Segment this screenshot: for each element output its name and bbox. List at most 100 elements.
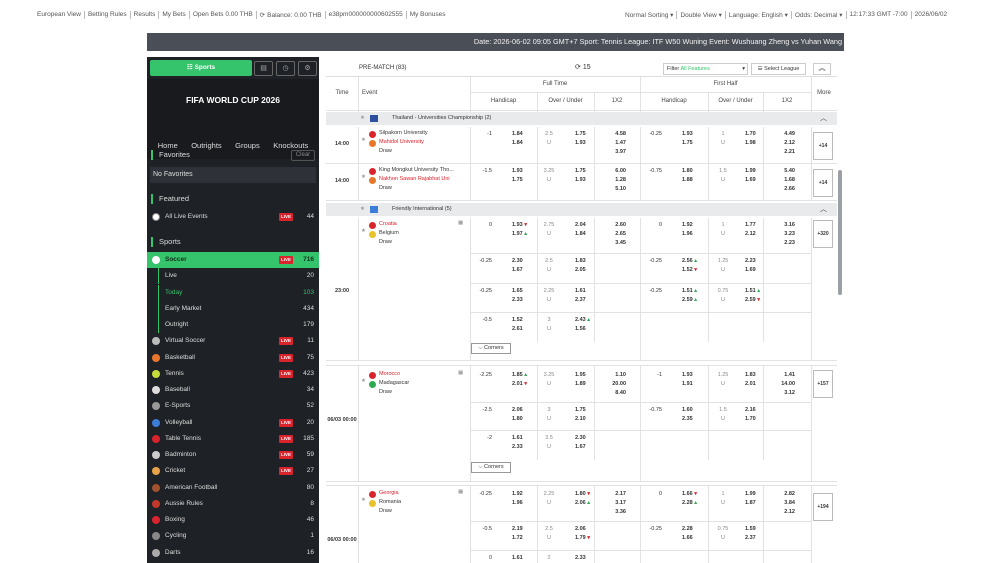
sorting-select[interactable]: Normal Sorting ▾ xyxy=(622,11,678,19)
sport-item-virtual-soccer[interactable]: Virtual Soccer LIVE 11 xyxy=(147,333,319,349)
fh-ou-odds[interactable]: 1.87 xyxy=(745,500,756,506)
fh-x12-odds[interactable]: 5.40 xyxy=(777,168,795,174)
fh-x12-odds[interactable]: 2.66 xyxy=(777,186,795,192)
handicap-odds[interactable]: 1.65 xyxy=(512,288,523,294)
x12-odds[interactable]: 6.00 xyxy=(608,168,626,174)
more-markets-button[interactable]: +14 xyxy=(813,132,833,160)
x12-odds[interactable]: 2.17 xyxy=(608,491,626,497)
x12-odds[interactable]: 4.58 xyxy=(608,131,626,137)
fh-ou-odds[interactable]: 1.51 ▴ xyxy=(745,288,760,294)
language-select[interactable]: Language: English ▾ xyxy=(726,11,792,19)
fh-x12-odds[interactable]: 3.12 xyxy=(777,390,795,396)
settings-icon[interactable]: ⚙ xyxy=(298,61,317,76)
fh-x12-odds[interactable]: 1.41 xyxy=(777,372,795,378)
stats-icon[interactable]: ▦ xyxy=(458,489,463,495)
star-icon[interactable]: ★ xyxy=(361,137,366,143)
sport-item-live[interactable]: Live 20 xyxy=(147,268,319,285)
fh-ou-odds[interactable]: 2.23 xyxy=(745,258,756,264)
handicap-odds[interactable]: 1.85 ▴ xyxy=(512,372,527,378)
sport-item-boxing[interactable]: Boxing 46 xyxy=(147,512,319,528)
star-icon[interactable]: ★ xyxy=(361,378,366,384)
x12-odds[interactable]: 1.47 xyxy=(608,140,626,146)
fh-ou-odds[interactable]: 1.70 xyxy=(745,416,756,422)
fh-handicap-odds[interactable]: 1.60 xyxy=(682,407,693,413)
fh-x12-odds[interactable]: 3.23 xyxy=(777,231,795,237)
corners-toggle[interactable]: ⌵ Corners xyxy=(471,343,511,354)
all-live-events-item[interactable]: All Live Events LIVE 44 xyxy=(147,209,319,225)
sport-item-basketball[interactable]: Basketball LIVE 75 xyxy=(147,350,319,366)
star-icon[interactable]: ★ xyxy=(361,497,366,503)
ou-odds[interactable]: 1.93 xyxy=(575,140,586,146)
ou-odds[interactable]: 1.67 xyxy=(575,444,586,450)
fh-handicap-odds[interactable]: 1.91 xyxy=(682,381,693,387)
ou-odds[interactable]: 1.79 ▾ xyxy=(575,535,590,541)
fh-ou-odds[interactable]: 1.69 xyxy=(745,177,756,183)
ou-odds[interactable]: 1.75 xyxy=(575,168,586,174)
sport-item-aussie-rules[interactable]: Aussie Rules 8 xyxy=(147,496,319,512)
handicap-odds[interactable]: 1.72 xyxy=(512,535,523,541)
fh-ou-odds[interactable]: 1.99 xyxy=(745,168,756,174)
star-icon[interactable]: ★ xyxy=(361,174,366,180)
ou-odds[interactable]: 1.89 xyxy=(575,381,586,387)
more-markets-button[interactable]: +194 xyxy=(813,493,833,521)
fh-ou-odds[interactable]: 2.16 xyxy=(745,407,756,413)
x12-odds[interactable]: 3.45 xyxy=(608,240,626,246)
refresh-button[interactable]: ⟳ 15 xyxy=(575,63,591,71)
ou-odds[interactable]: 2.04 xyxy=(575,222,586,228)
open-bets-link[interactable]: Open Bets 0.00 THB xyxy=(190,11,257,19)
sport-item-darts[interactable]: Darts 16 xyxy=(147,545,319,561)
handicap-odds[interactable]: 2.06 xyxy=(512,407,523,413)
filter-select[interactable]: Filter All Features ▾ xyxy=(663,63,748,75)
star-icon[interactable]: ★ xyxy=(360,112,365,125)
odds-select[interactable]: Odds: Decimal ▾ xyxy=(792,11,847,19)
ou-odds[interactable]: 2.33 xyxy=(575,555,586,561)
handicap-odds[interactable]: 1.93 xyxy=(512,168,523,174)
handicap-odds[interactable]: 2.19 xyxy=(512,526,523,532)
chevron-up-icon[interactable]: ︿ xyxy=(820,112,827,125)
x12-odds[interactable]: 2.65 xyxy=(608,231,626,237)
fh-handicap-odds[interactable]: 1.51 ▴ xyxy=(682,288,697,294)
fh-handicap-odds[interactable]: 1.92 xyxy=(682,222,693,228)
betslip-icon[interactable]: ▤ xyxy=(254,61,273,76)
handicap-odds[interactable]: 2.01 ▾ xyxy=(512,381,527,387)
ou-odds[interactable]: 2.05 xyxy=(575,267,586,273)
ou-odds[interactable]: 2.06 ▴ xyxy=(575,500,590,506)
chevron-up-icon[interactable]: ︿ xyxy=(820,203,827,216)
ou-odds[interactable]: 1.95 xyxy=(575,372,586,378)
ou-odds[interactable]: 2.10 xyxy=(575,416,586,422)
x12-odds[interactable]: 5.10 xyxy=(608,186,626,192)
refresh-icon[interactable]: ⟳ xyxy=(260,12,267,19)
x12-odds[interactable]: 2.60 xyxy=(608,222,626,228)
sport-item-early-market[interactable]: Early Market 434 xyxy=(147,300,319,317)
fh-handicap-odds[interactable]: 1.96 xyxy=(682,231,693,237)
fh-handicap-odds[interactable]: 2.28 ▴ xyxy=(682,500,697,506)
ou-odds[interactable]: 1.84 xyxy=(575,231,586,237)
fh-ou-odds[interactable]: 2.01 xyxy=(745,381,756,387)
x12-odds[interactable]: 3.97 xyxy=(608,149,626,155)
fh-handicap-odds[interactable]: 1.66 xyxy=(682,535,693,541)
sport-item-american-football[interactable]: American Football 80 xyxy=(147,480,319,496)
handicap-odds[interactable]: 1.75 xyxy=(512,177,523,183)
handicap-odds[interactable]: 1.67 xyxy=(512,267,523,273)
fh-ou-odds[interactable]: 2.59 ▾ xyxy=(745,297,760,303)
ou-odds[interactable]: 1.61 xyxy=(575,288,586,294)
my-bets-link[interactable]: My Bets xyxy=(159,11,190,19)
fh-x12-odds[interactable]: 14.00 xyxy=(777,381,795,387)
sport-item-cricket[interactable]: Cricket LIVE 27 xyxy=(147,463,319,479)
ou-odds[interactable]: 1.93 xyxy=(575,177,586,183)
collapse-all-button[interactable]: ︽ xyxy=(813,63,831,75)
x12-odds[interactable]: 3.36 xyxy=(608,509,626,515)
view-select[interactable]: Double View ▾ xyxy=(677,11,726,19)
fh-ou-odds[interactable]: 1.77 xyxy=(745,222,756,228)
star-icon[interactable]: ★ xyxy=(361,228,366,234)
handicap-odds[interactable]: 1.61 xyxy=(512,435,523,441)
fh-handicap-odds[interactable]: 1.88 xyxy=(682,177,693,183)
sport-item-e-sports[interactable]: E-Sports 52 xyxy=(147,398,319,414)
fh-x12-odds[interactable]: 2.82 xyxy=(777,491,795,497)
more-markets-button[interactable]: +14 xyxy=(813,169,833,197)
results-link[interactable]: Results xyxy=(131,11,160,19)
ou-odds[interactable]: 1.80 ▾ xyxy=(575,491,590,497)
handicap-odds[interactable]: 1.92 xyxy=(512,491,523,497)
sport-item-soccer[interactable]: Soccer LIVE 716 xyxy=(147,252,319,268)
sport-item-tennis[interactable]: Tennis LIVE 423 xyxy=(147,366,319,382)
